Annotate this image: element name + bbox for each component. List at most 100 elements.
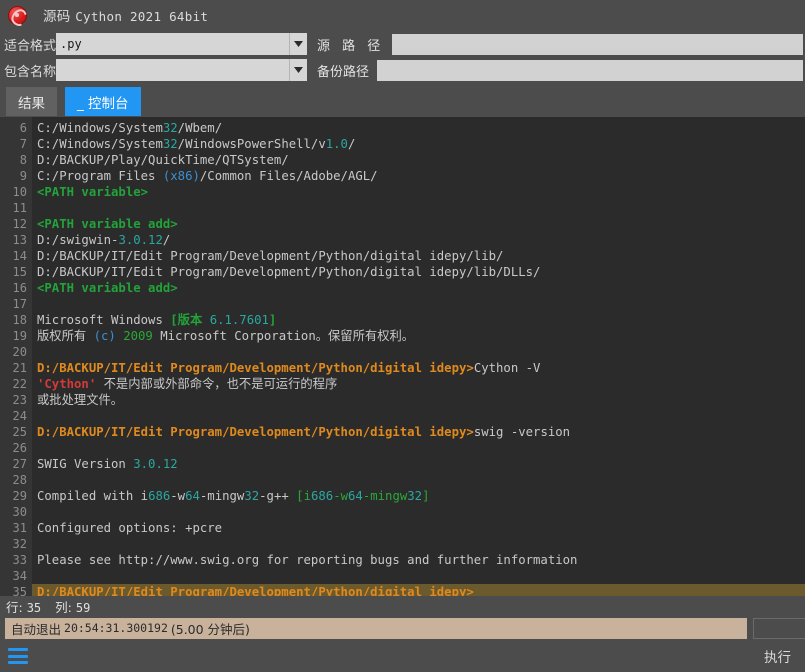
console-token: 6.1.7601: [209, 313, 269, 327]
tab-results[interactable]: 结果: [6, 87, 57, 116]
console-line: C:/Windows/System32/WindowsPowerShell/v1…: [32, 136, 805, 152]
backup-path-label: 备份路径: [317, 64, 370, 80]
format-input[interactable]: [56, 33, 289, 55]
line-number: 29: [12, 489, 27, 503]
console-token: -w: [170, 489, 186, 503]
chevron-down-icon[interactable]: [289, 59, 307, 81]
console-token: 32: [162, 137, 178, 151]
console-line: D:/swigwin-3.0.12/: [32, 232, 805, 248]
console-token: (x86): [162, 169, 200, 183]
console-token: D:/swigwin-: [37, 233, 119, 247]
status-bar: 行: 35 列: 59: [0, 596, 805, 616]
console-token: 32: [407, 489, 423, 503]
source-path-input[interactable]: [392, 33, 803, 55]
package-input[interactable]: [56, 59, 289, 81]
console-token: SWIG Version: [37, 457, 134, 471]
line-number: 15: [12, 265, 27, 279]
console-line: D:/BACKUP/IT/Edit Program/Development/Py…: [32, 248, 805, 264]
line-number: 18: [12, 313, 27, 327]
console-line: D:/BACKUP/IT/Edit Program/Development/Py…: [32, 264, 805, 280]
line-number: 21: [12, 361, 27, 375]
auto-exit-suffix: (5.00 分钟后): [170, 621, 250, 637]
console-token: <PATH variable add>: [37, 281, 178, 295]
execute-button[interactable]: 执行: [760, 644, 795, 668]
line-number: 10: [12, 185, 27, 199]
console-token: 32: [162, 121, 178, 135]
console-token: 3.0.12: [118, 233, 163, 247]
console-token: 版本: [177, 313, 203, 327]
line-number: 9: [19, 169, 27, 183]
console-token: Please see http://www.swig.org for repor…: [37, 553, 578, 567]
console-token: 不是内部或外部命令，也不是可运行的程序: [96, 377, 338, 391]
console-line: 'Cython' 不是内部或外部命令，也不是可运行的程序: [32, 376, 805, 392]
application-window: 源码 Cython 2021 64bit 适合格式 源 路 径 包含名称 备份路…: [0, 0, 805, 672]
console-token: -w: [333, 489, 349, 503]
hamburger-menu-icon[interactable]: [8, 648, 28, 664]
line-number: 7: [19, 137, 27, 151]
console-line: <PATH variable add>: [32, 280, 805, 296]
banner-side-input[interactable]: [753, 617, 805, 639]
package-row: 包含名称 备份路径: [0, 58, 805, 82]
console-token: /WindowsPowerShell/v: [177, 137, 326, 151]
app-logo-icon: [8, 5, 27, 25]
auto-exit-timestamp: 20:54:31.300192: [64, 621, 168, 635]
line-number: 14: [12, 249, 27, 263]
console-token: /Wbem/: [177, 121, 223, 135]
console-token: 32: [244, 489, 260, 503]
backup-path-input[interactable]: [377, 59, 803, 81]
package-combobox[interactable]: [56, 59, 307, 81]
line-number: 17: [12, 297, 27, 311]
row-indicator: 行: 35: [6, 597, 41, 616]
console-token: <PATH variable add>: [37, 217, 178, 231]
console-token: 64: [185, 489, 200, 503]
console-token: D:/BACKUP/Play/QuickTime/QTSystem/: [37, 153, 289, 167]
line-number: 32: [12, 537, 27, 551]
console-line: 版权所有 (c) 2009 Microsoft Corporation。保留所有…: [32, 328, 805, 344]
console-output[interactable]: C:/Windows/System32/Wbem/C:/Windows/Syst…: [32, 117, 805, 596]
console-token: Compiled with i: [37, 489, 149, 503]
line-number: 12: [12, 217, 27, 231]
line-number: 6: [19, 121, 27, 135]
line-number: 34: [12, 569, 27, 583]
console-token: Microsoft Corporation。保留所有权利。: [152, 329, 415, 343]
console-token: 2009: [123, 329, 153, 343]
console-token: D:/BACKUP/IT/Edit Program/Development/Py…: [37, 249, 504, 263]
row-value: 35: [26, 600, 42, 615]
column-value: 59: [75, 600, 91, 615]
auto-exit-banner: 自动退出 20:54:31.300192 (5.00 分钟后): [5, 617, 747, 639]
chevron-down-icon[interactable]: [289, 33, 307, 55]
tab-bar: 结果 _ 控制台: [0, 82, 805, 116]
console-panel[interactable]: 6 7 8 9 10 11 12 13 14 15 16 17 18 19 20 21 22 23 24 25 26 27…: [0, 117, 805, 596]
console-token: C:/Program Files: [37, 169, 163, 183]
console-line: <PATH variable>: [32, 184, 805, 200]
line-number-gutter: 6 7 8 9 10 11 12 13 14 15 16 17 18 19 20 21 22 23 24 25 26 27…: [0, 117, 32, 596]
footer-bar: 执行: [0, 640, 805, 672]
line-number: 11: [12, 201, 27, 215]
console-line-highlighted: D:/BACKUP/IT/Edit Program/Development/Py…: [32, 584, 805, 596]
line-number: 30: [12, 505, 27, 519]
console-token: D:/BACKUP/IT/Edit Program/Development/Py…: [37, 425, 474, 439]
console-token: Configured options: +pcre: [37, 521, 223, 535]
console-token: C:/Windows/System: [37, 121, 163, 135]
console-token: 64: [348, 489, 363, 503]
console-token: swig -version: [473, 425, 571, 439]
line-number: 13: [12, 233, 27, 247]
console-token: /Common Files/Adobe/AGL/: [199, 169, 378, 183]
console-line: Microsoft Windows [版本 6.1.7601]: [32, 312, 805, 328]
console-token: 3.0.12: [133, 457, 178, 471]
line-number: 16: [12, 281, 27, 295]
tab-console[interactable]: _ 控制台: [65, 87, 141, 116]
console-token: [202, 313, 209, 327]
line-number: 24: [12, 409, 27, 423]
console-token: ]: [268, 313, 277, 327]
console-line: <PATH variable add>: [32, 216, 805, 232]
format-combobox[interactable]: [56, 33, 307, 55]
console-token: <PATH variable>: [37, 185, 149, 199]
